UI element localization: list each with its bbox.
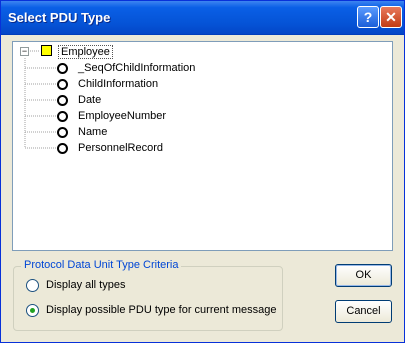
ring-icon	[57, 95, 68, 106]
tree-root-employee[interactable]: − Employee	[17, 44, 391, 59]
tree-item-personnelrecord[interactable]: PersonnelRecord	[53, 141, 353, 156]
radio-label: Display all types	[46, 279, 126, 291]
dialog-title: Select PDU Type	[8, 10, 111, 25]
tree-item-label: Name	[78, 126, 108, 138]
collapse-icon[interactable]: −	[20, 47, 29, 56]
radio-button-icon[interactable]	[26, 279, 39, 292]
cancel-button[interactable]: Cancel	[335, 300, 392, 323]
tree-item-label: PersonnelRecord	[78, 142, 163, 154]
tree-item-employeenumber[interactable]: EmployeeNumber	[53, 109, 353, 124]
yellow-square-icon	[41, 45, 52, 56]
tree-item-date[interactable]: Date	[53, 93, 353, 108]
ok-button[interactable]: OK	[335, 264, 392, 287]
ring-icon	[57, 79, 68, 90]
help-button[interactable]: ?	[357, 6, 379, 28]
pdu-type-tree[interactable]: − Employee _SeqOfChildInformation ChildI…	[12, 41, 393, 251]
ring-icon	[57, 111, 68, 122]
ring-icon	[57, 63, 68, 74]
ring-icon	[57, 143, 68, 154]
tree-item-label: Date	[78, 94, 102, 106]
tree-item-seqofchildinformation[interactable]: _SeqOfChildInformation	[53, 61, 353, 76]
pdu-criteria-title: Protocol Data Unit Type Criteria	[21, 259, 182, 271]
tree-item-label: EmployeeNumber	[78, 110, 167, 122]
close-button[interactable]: ✕	[380, 6, 402, 28]
tree-item-childinformation[interactable]: ChildInformation	[53, 77, 353, 92]
radio-label: Display possible PDU type for current me…	[46, 304, 277, 316]
pdu-criteria-group	[13, 266, 283, 331]
tree-item-name[interactable]: Name	[53, 125, 353, 140]
ring-icon	[57, 127, 68, 138]
select-pdu-type-dialog: Select PDU Type ? ✕ − Employee _SeqOfChi…	[0, 0, 405, 343]
radio-button-checked-icon[interactable]	[26, 304, 39, 317]
title-bar[interactable]: Select PDU Type ? ✕	[1, 1, 404, 35]
tree-item-label: ChildInformation	[78, 78, 159, 90]
tree-root-label: Employee	[58, 45, 113, 59]
tree-item-label: _SeqOfChildInformation	[78, 62, 196, 74]
